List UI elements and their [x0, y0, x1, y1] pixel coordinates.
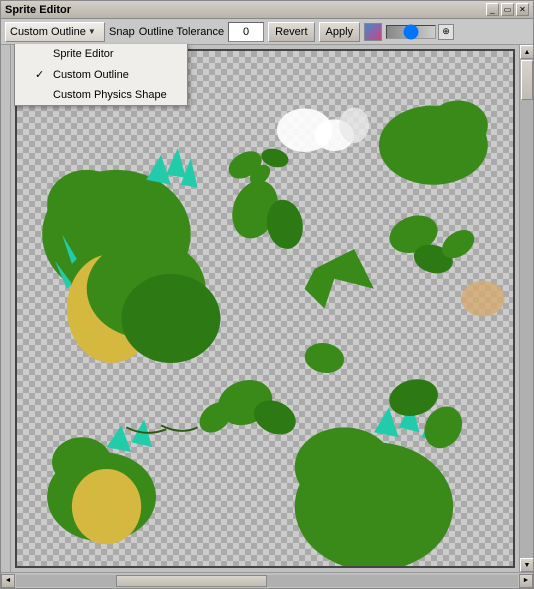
dropdown-item-custom-outline[interactable]: ✓ Custom Outline: [15, 64, 187, 85]
scroll-left-button[interactable]: ◄: [1, 574, 15, 588]
title-bar-buttons: _ ▭ ✕: [486, 3, 529, 16]
check-mark-custom-physics: [35, 89, 49, 101]
tolerance-label: Outline Tolerance: [139, 26, 224, 38]
content-area: ▲ ▼: [1, 45, 533, 572]
mode-select[interactable]: Custom Outline ▼: [5, 22, 105, 42]
canvas-container: [11, 45, 519, 572]
title-bar: Sprite Editor _ ▭ ✕: [1, 1, 533, 19]
sprite-canvas[interactable]: [17, 51, 513, 566]
left-panel: [1, 45, 11, 572]
minimize-button[interactable]: _: [486, 3, 499, 16]
bottom-scrollbar: ◄ ►: [1, 572, 533, 588]
scroll-track-horizontal[interactable]: [16, 575, 518, 587]
canvas-border: [15, 49, 515, 568]
mode-dropdown-menu: Sprite Editor ✓ Custom Outline Custom Ph…: [14, 44, 188, 106]
color-picker[interactable]: [364, 23, 382, 41]
apply-button[interactable]: Apply: [319, 22, 361, 42]
zoom-slider[interactable]: [386, 25, 436, 39]
toolbar: Custom Outline ▼ Snap Outline Tolerance …: [1, 19, 533, 45]
check-mark-sprite-editor: [35, 48, 49, 60]
scroll-track-vertical[interactable]: [520, 59, 533, 558]
mode-select-label: Custom Outline: [10, 26, 86, 38]
dropdown-item-custom-physics[interactable]: Custom Physics Shape: [15, 85, 187, 105]
sprite-artwork: [17, 51, 513, 566]
scroll-up-button[interactable]: ▲: [520, 45, 533, 59]
scroll-right-button[interactable]: ►: [519, 574, 533, 588]
restore-button[interactable]: ▭: [501, 3, 514, 16]
right-scrollbar: ▲ ▼: [519, 45, 533, 572]
window-title: Sprite Editor: [5, 4, 71, 16]
scroll-down-button[interactable]: ▼: [520, 558, 533, 572]
slider-container: ⊕: [386, 24, 454, 40]
close-button[interactable]: ✕: [516, 3, 529, 16]
check-mark-custom-outline: ✓: [35, 68, 49, 81]
mode-select-arrow: ▼: [88, 27, 96, 36]
zoom-icon: ⊕: [438, 24, 454, 40]
dropdown-item-sprite-editor[interactable]: Sprite Editor: [15, 44, 187, 64]
revert-button[interactable]: Revert: [268, 22, 314, 42]
scroll-thumb-horizontal[interactable]: [116, 575, 267, 587]
scroll-thumb-vertical[interactable]: [521, 60, 533, 100]
tolerance-input[interactable]: [228, 22, 264, 42]
snap-label: Snap: [109, 26, 135, 38]
sprite-editor-window: Sprite Editor _ ▭ ✕ Custom Outline ▼ Sna…: [0, 0, 534, 589]
